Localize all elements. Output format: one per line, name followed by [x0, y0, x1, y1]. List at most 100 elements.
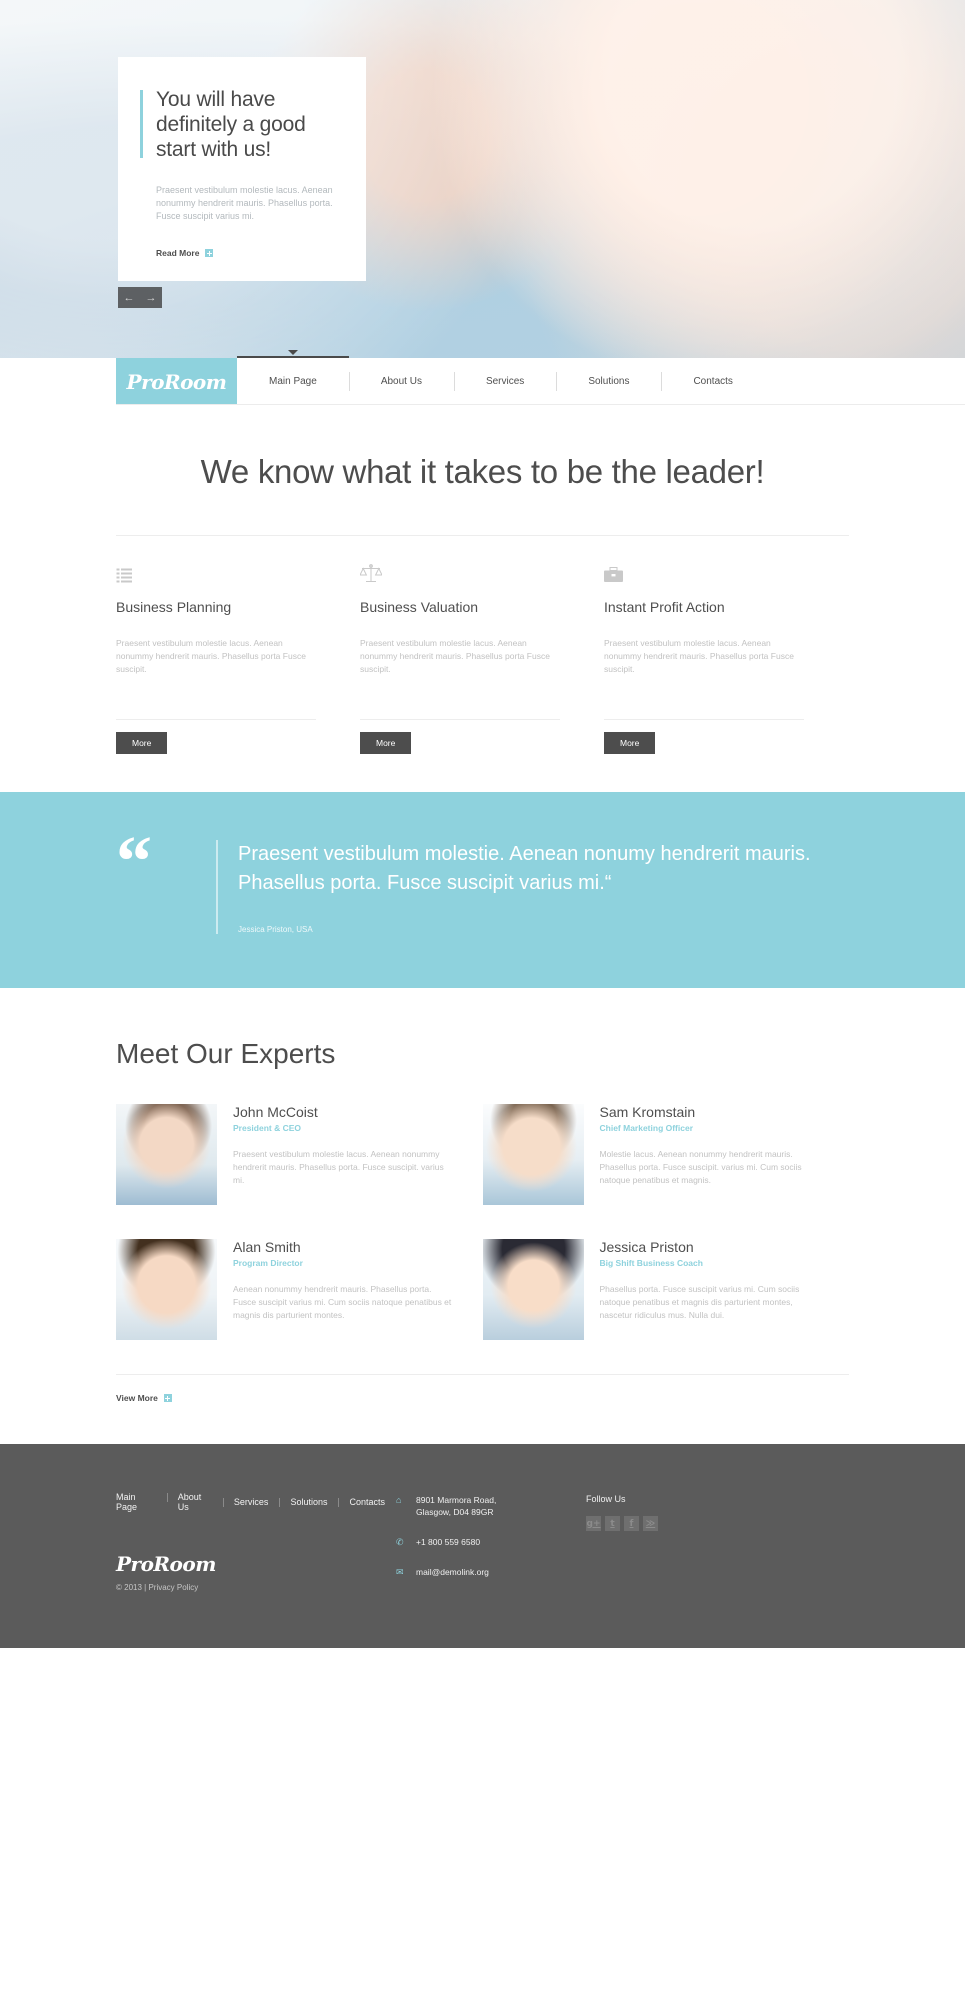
nav-item-contacts[interactable]: Contacts: [661, 358, 764, 405]
expert-role: Chief Marketing Officer: [599, 1123, 694, 1133]
expert-card-john-mccoist: John McCoist President & CEO Praesent ve…: [116, 1104, 483, 1239]
experts-grid: John McCoist President & CEO Praesent ve…: [116, 1104, 849, 1374]
mail-icon: ✉: [396, 1567, 404, 1577]
footer-contacts-column: ⌂ 8901 Marmora Road, Glasgow, D04 89GR ✆…: [396, 1492, 586, 1596]
footer-nav-item-services[interactable]: Services: [222, 1497, 280, 1507]
briefcase-icon: [604, 561, 804, 583]
footer-address-text: 8901 Marmora Road, Glasgow, D04 89GR: [416, 1494, 496, 1518]
nav-item-about-us[interactable]: About Us: [348, 358, 454, 405]
nav-bottom-divider: [116, 404, 965, 405]
service-footer: More: [116, 719, 316, 754]
expert-name: John McCoist: [233, 1104, 318, 1120]
experts-container: Meet Our Experts John McCoist President …: [116, 988, 849, 1430]
footer-logo[interactable]: ProRoom: [116, 1552, 396, 1576]
hero-slider-controls[interactable]: ← →: [118, 287, 162, 308]
nav-item-main-page[interactable]: Main Page: [237, 350, 349, 405]
quote-icon: “: [116, 821, 152, 901]
footer-email-text[interactable]: mail@demolink.org: [416, 1566, 489, 1578]
plus-icon: [163, 1394, 172, 1402]
expert-card-sam-kromstain: Sam Kromstain Chief Marketing Officer Mo…: [482, 1104, 850, 1239]
footer-follow-column: Follow Us g+ t f ≫: [586, 1492, 849, 1596]
follow-us-label: Follow Us: [586, 1494, 626, 1504]
google-plus-icon[interactable]: g+: [586, 1516, 601, 1531]
scales-icon: [360, 561, 560, 583]
experts-section: Meet Our Experts John McCoist President …: [0, 988, 965, 1430]
expert-info: Jessica Priston Big Shift Business Coach…: [600, 1239, 824, 1340]
footer-left-column: Main Page About Us Services Solutions Co…: [116, 1492, 396, 1596]
page-root: You will have definitely a good start wi…: [0, 0, 965, 1648]
site-logo-text: ProRoom: [126, 369, 227, 394]
list-icon: [116, 561, 316, 583]
twitter-icon[interactable]: t: [605, 1516, 620, 1531]
expert-bio: Phasellus porta. Fusce suscipit varius m…: [599, 1284, 800, 1320]
site-logo[interactable]: ProRoom: [116, 358, 237, 405]
expert-bio: Aenean nonummy hendrerit mauris. Phasell…: [233, 1284, 452, 1320]
slider-prev-button[interactable]: ←: [118, 287, 140, 308]
nav-item-services[interactable]: Services: [453, 358, 556, 405]
nav-item-label: Services: [485, 376, 525, 387]
site-footer: Main Page About Us Services Solutions Co…: [0, 1444, 965, 1648]
nav-item-label: About Us: [380, 376, 422, 387]
footer-nav-item-main-page[interactable]: Main Page: [116, 1492, 167, 1512]
services-grid: Business Planning Praesent vestibulum mo…: [116, 536, 849, 754]
avatar: [116, 1104, 217, 1205]
hero-title: You will have definitely a good start wi…: [156, 88, 306, 161]
service-footer: More: [360, 719, 560, 754]
footer-email: ✉ mail@demolink.org: [396, 1566, 586, 1578]
view-more-row: View More: [116, 1374, 849, 1430]
service-more-button[interactable]: More: [360, 732, 412, 754]
slider-next-button[interactable]: →: [140, 287, 162, 308]
service-description: Praesent vestibulum molestie lacus. Aene…: [360, 638, 550, 674]
expert-name: Alan Smith: [233, 1239, 301, 1255]
footer-nav-item-about-us[interactable]: About Us: [166, 1492, 223, 1512]
hero-read-more-label: Read More: [156, 248, 200, 258]
footer-copyright: © 2013 | Privacy Policy: [116, 1583, 199, 1592]
intro-container: We know what it takes to be the leader!: [116, 405, 849, 754]
expert-card-jessica-priston: Jessica Priston Big Shift Business Coach…: [482, 1239, 850, 1374]
rss-icon[interactable]: ≫: [643, 1516, 658, 1531]
expert-card-alan-smith: Alan Smith Program Director Aenean nonum…: [116, 1239, 483, 1374]
home-icon: ⌂: [396, 1495, 402, 1505]
nav-item-label: Contacts: [693, 376, 733, 387]
testimonial-container: “ Praesent vestibulum molestie. Aenean n…: [116, 821, 849, 934]
expert-role: Program Director: [233, 1258, 303, 1268]
service-more-button[interactable]: More: [604, 732, 656, 754]
nav-item-solutions[interactable]: Solutions: [556, 358, 661, 405]
main-navigation-bar: ProRoom Main Page About Us Services Solu…: [0, 350, 965, 405]
expert-role: Big Shift Business Coach: [599, 1258, 703, 1268]
experts-heading: Meet Our Experts: [116, 1038, 336, 1069]
nav-item-label: Main Page: [269, 376, 317, 387]
hero-accent-bar: [140, 90, 143, 158]
service-card-business-valuation: Business Valuation Praesent vestibulum m…: [360, 561, 604, 754]
service-title: Business Valuation: [360, 599, 479, 615]
view-more-link[interactable]: View More: [116, 1393, 172, 1403]
service-description: Praesent vestibulum molestie lacus. Aene…: [116, 638, 306, 674]
footer-nav-item-solutions[interactable]: Solutions: [279, 1497, 338, 1507]
footer-address-line2: Glasgow, D04 89GR: [416, 1507, 494, 1517]
expert-name: Sam Kromstain: [599, 1104, 696, 1120]
facebook-icon[interactable]: f: [624, 1516, 639, 1531]
testimonial-section: “ Praesent vestibulum molestie. Aenean n…: [0, 792, 965, 988]
phone-icon: ✆: [396, 1537, 404, 1547]
avatar: [482, 1239, 584, 1340]
service-description: Praesent vestibulum molestie lacus. Aene…: [604, 638, 794, 674]
footer-nav-item-contacts[interactable]: Contacts: [338, 1497, 396, 1507]
view-more-label: View More: [116, 1393, 158, 1403]
footer-phone-text[interactable]: +1 800 559 6580: [416, 1536, 480, 1548]
footer-columns: Main Page About Us Services Solutions Co…: [116, 1492, 849, 1596]
nav-menu: Main Page About Us Services Solutions Co…: [237, 350, 765, 405]
service-title: Instant Profit Action: [604, 599, 725, 615]
page-title: We know what it takes to be the leader!: [200, 453, 765, 490]
intro-services-section: We know what it takes to be the leader!: [0, 405, 965, 754]
hero-read-more-link[interactable]: Read More: [156, 248, 214, 258]
footer-address-line1: 8901 Marmora Road,: [416, 1495, 497, 1505]
testimonial-text: Praesent vestibulum molestie. Aenean non…: [238, 843, 811, 894]
hero-title-group: You will have definitely a good start wi…: [140, 87, 342, 162]
nav-active-pointer-icon: [287, 350, 298, 355]
social-links: g+ t f ≫: [586, 1516, 849, 1531]
expert-info: Alan Smith Program Director Aenean nonum…: [233, 1239, 457, 1340]
service-more-button[interactable]: More: [116, 732, 168, 754]
service-card-instant-profit-action: Instant Profit Action Praesent vestibulu…: [604, 561, 848, 754]
hero-description: Praesent vestibulum molestie lacus. Aene…: [156, 185, 333, 221]
service-card-business-planning: Business Planning Praesent vestibulum mo…: [116, 561, 360, 754]
